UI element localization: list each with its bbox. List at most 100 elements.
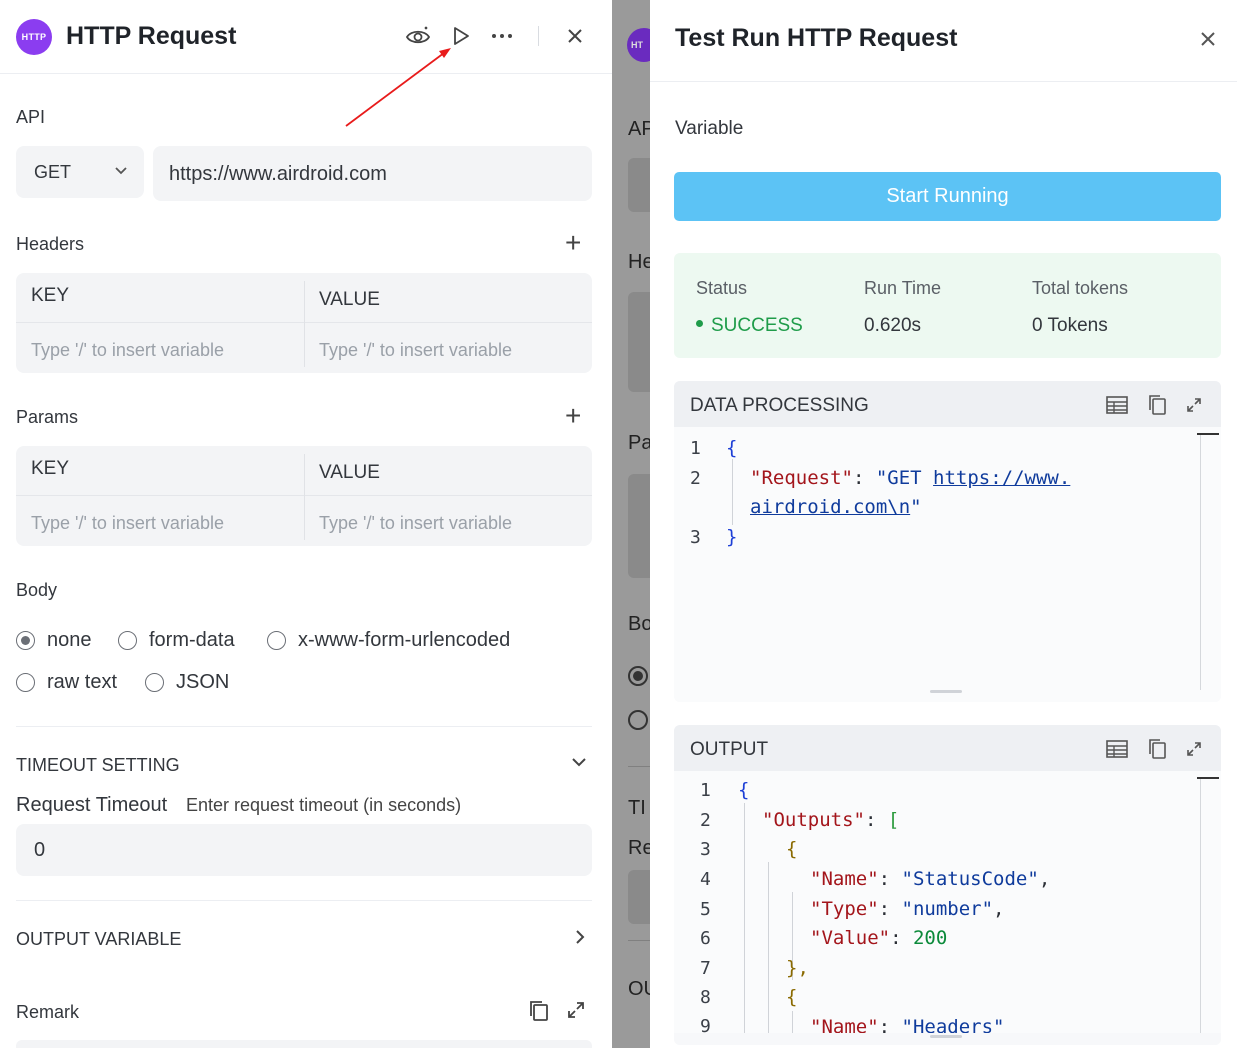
params-key-column: KEY [31, 458, 70, 479]
collapse-chevron-icon[interactable] [570, 755, 588, 774]
code-line: "Request": "GET https://www. [750, 467, 1070, 489]
body-radio-none[interactable]: none [16, 629, 92, 652]
add-header-plus-icon[interactable]: + [565, 229, 581, 257]
dimmed-label: Pa [628, 432, 650, 454]
code-line: "Name": "StatusCode", [810, 868, 1051, 890]
dimmed-label: TI [628, 797, 646, 819]
close-icon[interactable] [1200, 26, 1216, 54]
dimmed-divider [628, 940, 650, 941]
success-dot-icon [696, 320, 703, 328]
line-number: 2 [690, 468, 701, 489]
dimmed-label: He [628, 251, 650, 273]
code-token: : [852, 467, 876, 489]
body-radio-json[interactable]: JSON [145, 671, 229, 694]
copy-icon[interactable] [1144, 393, 1170, 417]
column-divider [304, 281, 305, 367]
more-options-icon[interactable] [488, 22, 516, 50]
radio-icon [16, 673, 35, 692]
radio-label: raw text [47, 671, 118, 693]
copy-icon[interactable] [1144, 737, 1170, 761]
json-key: "Name" [810, 868, 879, 890]
table-view-icon[interactable] [1104, 737, 1130, 761]
code-token: { [786, 838, 798, 860]
radio-icon [118, 631, 137, 650]
resize-handle[interactable] [930, 690, 962, 693]
status-label: Status [696, 278, 748, 298]
body-radio-form-data[interactable]: form-data [118, 629, 235, 652]
table-view-icon[interactable] [1104, 393, 1130, 417]
close-icon[interactable] [561, 22, 589, 50]
chevron-down-icon [114, 163, 128, 179]
tokens-label: Total tokens [1032, 278, 1129, 298]
dimmed-background-panel: HT AP He Pa Bo TI Re OU [612, 0, 650, 1048]
remark-input[interactable] [16, 1040, 592, 1048]
test-run-title: Test Run HTTP Request [675, 24, 958, 52]
line-number: 3 [690, 527, 701, 548]
headers-table: KEY VALUE Type '/' to insert variable Ty… [16, 273, 592, 373]
method-select[interactable]: GET [16, 146, 144, 198]
method-value: GET [34, 162, 72, 182]
expand-icon[interactable] [1181, 393, 1207, 417]
headers-label: Headers [16, 234, 85, 254]
vertical-scrollbar[interactable] [1200, 435, 1201, 690]
params-value-column: VALUE [319, 462, 380, 483]
header-key-input[interactable]: Type '/' to insert variable [31, 340, 224, 361]
data-processing-header: DATA PROCESSING [674, 381, 1221, 427]
radio-label: x-www-form-urlencoded [298, 629, 511, 651]
start-running-button[interactable]: Start Running [674, 172, 1221, 221]
body-radio-urlencoded[interactable]: x-www-form-urlencoded [267, 629, 510, 652]
params-label: Params [16, 407, 79, 427]
radio-icon [267, 631, 286, 650]
add-param-plus-icon[interactable]: + [565, 402, 581, 430]
http-request-panel: HTTP HTTP Request API GET https://www.ai… [0, 0, 612, 1048]
expand-icon[interactable] [566, 1000, 586, 1025]
line-number: 6 [700, 928, 711, 949]
timeout-section-title: TIMEOUT SETTING [16, 755, 180, 775]
output-header: OUTPUT [674, 725, 1221, 771]
expand-icon[interactable] [1181, 737, 1207, 761]
code-line: "Type": "number", [810, 898, 1005, 920]
body-radio-raw-text[interactable]: raw text [16, 671, 117, 694]
panel-title: HTTP Request [66, 22, 237, 50]
code-line: "Value": 200 [810, 927, 948, 949]
copy-icon[interactable] [528, 999, 550, 1028]
expand-chevron-right-icon[interactable] [574, 928, 586, 951]
annotation-arrow-icon [345, 48, 451, 127]
data-processing-title: DATA PROCESSING [690, 395, 869, 416]
param-value-input[interactable]: Type '/' to insert variable [319, 513, 512, 534]
headers-value-column: VALUE [319, 289, 380, 310]
url-link[interactable]: https://www. [933, 467, 1070, 489]
request-timeout-label: Request Timeout [16, 794, 168, 816]
json-key: "Outputs" [762, 809, 865, 831]
dimmed-input [628, 158, 650, 212]
header-value-input[interactable]: Type '/' to insert variable [319, 340, 512, 361]
runtime-label: Run Time [864, 278, 942, 298]
remark-label: Remark [16, 1002, 80, 1022]
radio-selected-icon [16, 631, 35, 650]
line-number: 1 [690, 438, 701, 459]
json-number: 200 [912, 927, 948, 949]
radio-label: none [47, 629, 92, 651]
variable-label: Variable [675, 118, 744, 139]
vertical-scrollbar[interactable] [1200, 779, 1201, 1039]
request-timeout-input[interactable]: 0 [16, 824, 592, 876]
section-divider [16, 726, 592, 727]
url-input[interactable]: https://www.airdroid.com [153, 146, 592, 201]
run-status-box: Status SUCCESS Run Time 0.620s Total tok… [674, 253, 1221, 358]
status-value: SUCCESS [696, 315, 803, 337]
dimmed-badge-icon: HT [627, 28, 650, 62]
panel-header: HTTP HTTP Request [0, 0, 612, 74]
resize-handle[interactable] [930, 1035, 962, 1038]
param-key-input[interactable]: Type '/' to insert variable [31, 513, 224, 534]
code-token: : [864, 809, 888, 831]
dimmed-label: Re [628, 837, 650, 859]
dimmed-label: Bo [628, 613, 650, 635]
dimmed-label: OU [628, 978, 650, 1000]
dimmed-divider [628, 766, 650, 767]
output-variable-title: OUTPUT VARIABLE [16, 929, 182, 949]
url-link[interactable]: airdroid.com\n [750, 496, 910, 518]
line-number: 5 [700, 899, 711, 920]
line-number: 8 [700, 987, 711, 1008]
line-number: 1 [700, 780, 711, 801]
runtime-value: 0.620s [864, 315, 922, 336]
